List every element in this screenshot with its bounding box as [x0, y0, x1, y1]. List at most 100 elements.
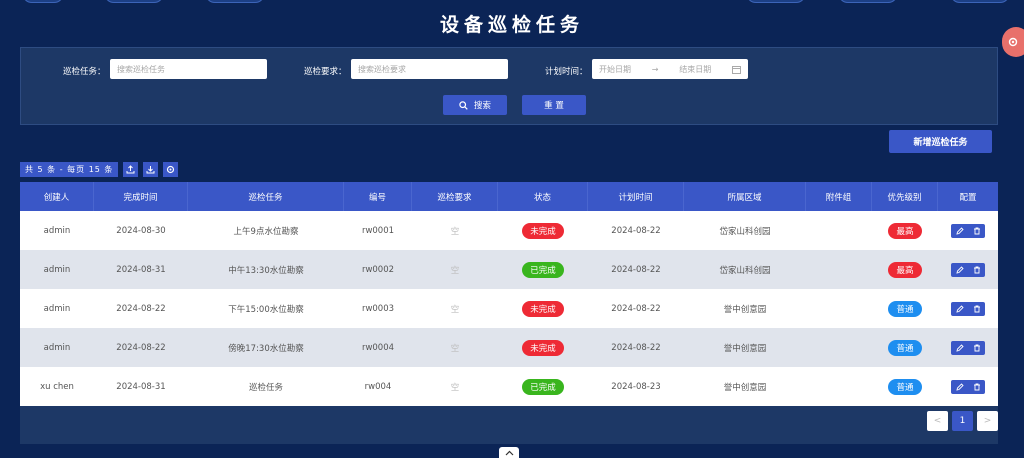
cell-plan-time: 2024-08-23 — [611, 381, 661, 392]
row-actions — [951, 340, 985, 355]
cell-task: 巡检任务 — [248, 382, 283, 393]
plan-time-label: 计划时间： — [545, 67, 588, 77]
cell-plan-time: 2024-08-22 — [611, 264, 661, 275]
export-button[interactable] — [123, 162, 139, 177]
table-footer — [20, 406, 998, 444]
cell-finish-time: 2024-08-22 — [116, 342, 166, 353]
edit-button[interactable] — [951, 263, 968, 277]
table-row[interactable]: admin 2024-08-22 傍晚17:30水位勘察 rw0004 空 未完成 2024… — [20, 328, 998, 367]
row-actions — [951, 379, 985, 394]
status-badge: 已完成 — [522, 261, 564, 278]
delete-icon — [973, 383, 980, 390]
column-header: 巡检任务 — [188, 182, 344, 211]
requirement-search-input[interactable]: 搜索巡检要求 — [351, 59, 508, 79]
cell-status: 未完成 — [498, 289, 588, 328]
cell-requirement: 空 — [450, 226, 460, 237]
table-row[interactable]: admin 2024-08-31 中午13:30水位勘察 rw0002 空 已完成 2024… — [20, 250, 998, 289]
settings-float-icon — [1008, 37, 1018, 47]
priority-badge: 普通 — [888, 339, 922, 356]
edit-icon — [955, 265, 964, 274]
edit-icon — [955, 226, 964, 235]
cell-actions — [938, 289, 998, 328]
upload-icon — [126, 165, 135, 174]
column-header: 附件组 — [806, 182, 872, 211]
cell-attachment — [806, 328, 872, 367]
cell-area: 誉中创意园 — [723, 304, 767, 315]
next-page-button[interactable]: > — [977, 411, 998, 431]
cell-plan-time: 2024-08-22 — [611, 342, 661, 353]
cell-finish-time: 2024-08-30 — [116, 225, 166, 236]
bottom-bar — [0, 458, 1024, 469]
cell-priority: 普通 — [872, 328, 938, 367]
top-nav-tab[interactable] — [746, 0, 806, 3]
top-nav-tab[interactable] — [950, 0, 1010, 3]
cell-plan-time: 2024-08-22 — [611, 303, 661, 314]
top-nav-tab[interactable] — [104, 0, 164, 3]
date-range-picker[interactable]: 开始日期 → 结束日期 — [592, 59, 748, 79]
delete-button[interactable] — [968, 341, 985, 355]
page-number-button[interactable]: 1 — [952, 411, 973, 431]
prev-page-button[interactable]: < — [927, 411, 948, 431]
top-nav-tab[interactable] — [205, 0, 265, 3]
gear-icon — [167, 165, 175, 174]
top-nav-tab[interactable] — [22, 0, 64, 3]
edit-button[interactable] — [951, 341, 968, 355]
range-separator: → — [651, 64, 659, 74]
page-title: 设备巡检任务 — [439, 14, 584, 36]
delete-button[interactable] — [968, 380, 985, 394]
table-row[interactable]: admin 2024-08-22 下午15:00水位勘察 rw0003 空 未完成 2024… — [20, 289, 998, 328]
cell-creator: admin — [43, 225, 71, 236]
collapse-button[interactable] — [499, 447, 519, 459]
delete-icon — [973, 227, 980, 234]
delete-button[interactable] — [968, 224, 985, 238]
edit-button[interactable] — [951, 302, 968, 316]
import-button[interactable] — [143, 162, 159, 177]
status-badge: 未完成 — [522, 222, 564, 239]
top-nav-tab[interactable] — [838, 0, 898, 3]
column-header: 配置 — [959, 192, 977, 203]
cell-code: rw004 — [364, 381, 392, 392]
edit-button[interactable] — [951, 380, 968, 394]
row-actions — [951, 262, 985, 277]
cell-attachment — [806, 289, 872, 328]
cell-priority: 普通 — [872, 367, 938, 406]
table-row[interactable]: admin 2024-08-30 上午9点水位勘察 rw0001 空 未完成 2024-08… — [20, 211, 998, 250]
edit-icon — [955, 343, 964, 352]
cell-area: 誉中创意园 — [723, 343, 767, 354]
delete-icon — [973, 344, 980, 351]
column-header: 所属区域 — [684, 182, 806, 211]
cell-priority: 最高 — [872, 211, 938, 250]
cell-code: rw0004 — [361, 342, 395, 353]
column-header: 巡检要求 — [412, 182, 498, 211]
end-date-placeholder[interactable]: 结束日期 — [679, 64, 711, 75]
settings-float-button[interactable] — [1002, 27, 1024, 57]
top-nav-tabs — [0, 0, 1024, 4]
cell-area: 岱家山科创园 — [719, 226, 771, 237]
task-search-input[interactable]: 搜索巡检任务 — [110, 59, 267, 79]
cell-task: 中午13:30水位勘察 — [228, 265, 304, 276]
add-inspection-task-button[interactable]: 新增巡检任务 — [889, 130, 992, 153]
reset-button[interactable]: 重 置 — [522, 95, 586, 115]
cell-status: 已完成 — [498, 367, 588, 406]
cell-code: rw0003 — [361, 303, 395, 314]
column-header: 创建人 — [20, 182, 94, 211]
row-actions — [951, 223, 985, 238]
cell-creator: xu chen — [40, 381, 74, 392]
column-header: 编号 — [344, 182, 412, 211]
cell-code: rw0001 — [361, 225, 395, 236]
cell-area: 岱家山科创园 — [719, 265, 771, 276]
cell-attachment — [806, 367, 872, 406]
table-row[interactable]: xu chen 2024-08-31 巡检任务 rw004 空 已完成 2024-08-23… — [20, 367, 998, 406]
start-date-placeholder[interactable]: 开始日期 — [599, 64, 631, 75]
search-button[interactable]: 搜索 — [443, 95, 507, 115]
edit-icon — [955, 304, 964, 313]
edit-button[interactable] — [951, 224, 968, 238]
task-table: 创建人 完成时间 巡检任务 编号 巡检要求 状态 计划时间 所属区域 附件组 优… — [20, 182, 998, 406]
delete-button[interactable] — [968, 302, 985, 316]
cell-priority: 最高 — [872, 250, 938, 289]
cell-task: 上午9点水位勘察 — [233, 226, 299, 237]
chevron-up-icon — [505, 450, 513, 456]
column-settings-button[interactable] — [163, 162, 179, 177]
search-icon — [459, 100, 468, 110]
delete-button[interactable] — [968, 263, 985, 277]
